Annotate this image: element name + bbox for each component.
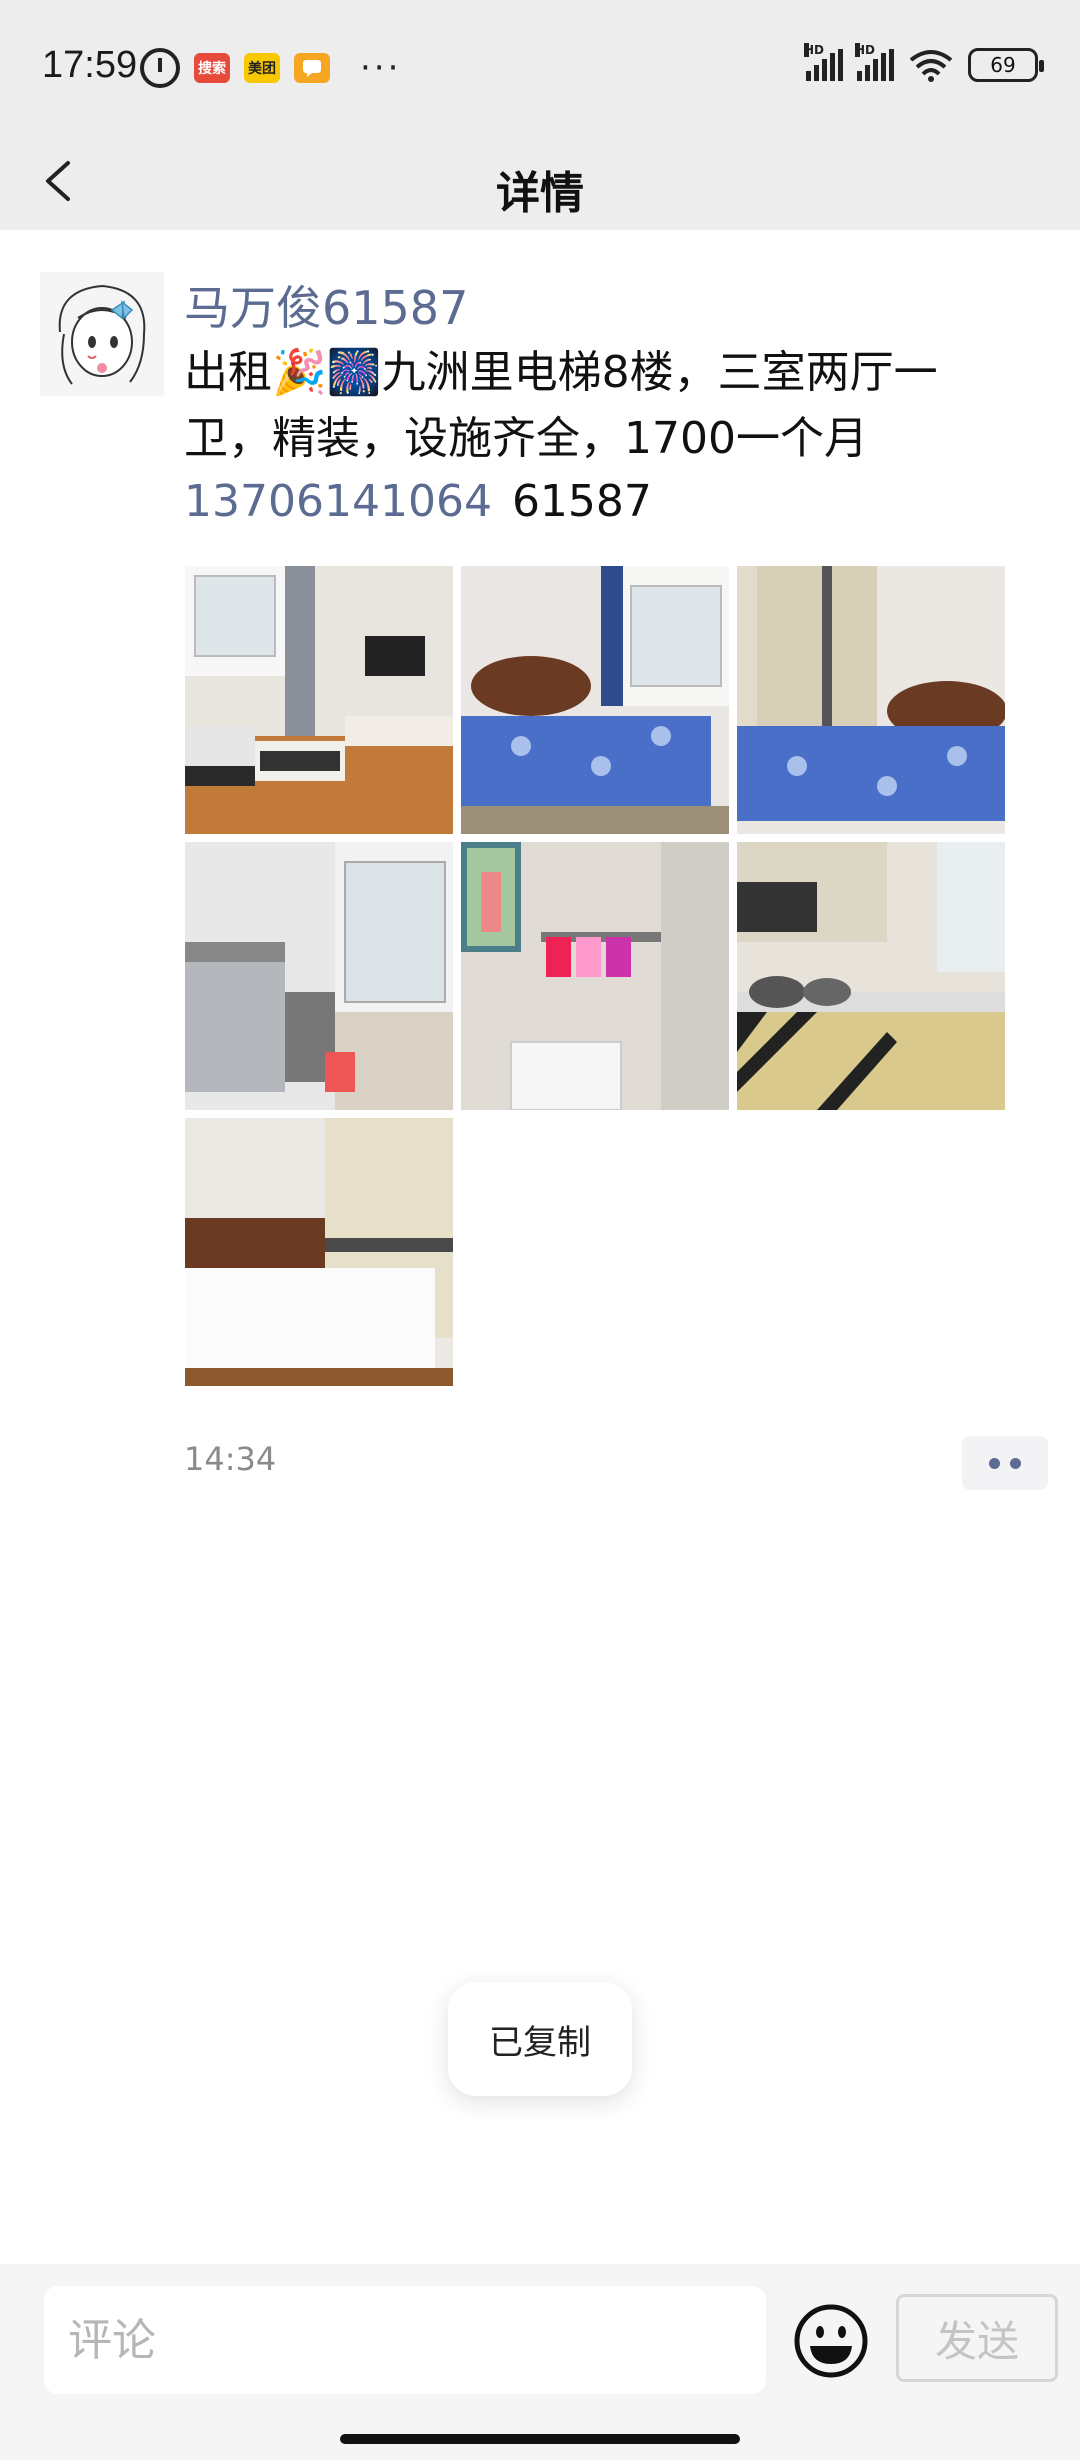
avatar[interactable] — [40, 272, 164, 396]
bathroom-photo[interactable] — [461, 842, 729, 1110]
phone-link[interactable]: 13706141064 — [184, 476, 492, 527]
comment-bar: 发送 — [0, 2264, 1080, 2460]
copied-toast: 已复制 — [448, 1982, 632, 2096]
alarm-icon — [140, 48, 180, 88]
signal-icon: HD — [804, 43, 843, 81]
post-text: 出租🎉🎆九洲里电梯8楼，三室两厅一卫，精装，设施齐全，1700一个月 — [184, 347, 938, 464]
meituan-app-icon: 美团 — [244, 53, 280, 83]
comment-input[interactable] — [44, 2286, 766, 2394]
nav-bar: 详情 — [0, 135, 1080, 230]
kitchen-photo[interactable] — [737, 842, 1005, 1110]
bedroom-white-photo[interactable] — [185, 1118, 453, 1386]
battery-icon: 69 — [968, 48, 1044, 82]
post-time: 14:34 — [184, 1440, 277, 1478]
wifi-icon — [908, 48, 954, 82]
more-actions-button[interactable] — [962, 1436, 1048, 1490]
bedroom-blue-photo[interactable] — [461, 566, 729, 834]
note-app-icon — [294, 53, 330, 83]
status-bar: 17:59 搜索 美团 ··· HD HD 69 — [0, 0, 1080, 135]
image-grid — [185, 566, 1005, 1386]
phone-suffix: 61587 — [511, 476, 652, 527]
signal-icon-2: HD — [855, 43, 894, 81]
bedroom-wardrobe-photo[interactable] — [737, 566, 1005, 834]
send-button[interactable]: 发送 — [896, 2294, 1058, 2382]
emoji-icon[interactable] — [792, 2302, 870, 2380]
status-icons-left: 搜索 美团 ··· — [140, 48, 401, 88]
status-icons-right: HD HD 69 — [804, 43, 1044, 82]
battery-level: 69 — [990, 53, 1016, 77]
living-room-photo[interactable] — [185, 566, 453, 834]
more-notifications-icon: ··· — [360, 48, 402, 88]
page-title: 详情 — [496, 168, 584, 219]
home-indicator[interactable] — [340, 2434, 740, 2444]
sousuo-app-icon: 搜索 — [194, 53, 230, 83]
laundry-photo[interactable] — [185, 842, 453, 1110]
phone-line: 13706141064 61587 — [184, 476, 652, 527]
status-time: 17:59 — [42, 44, 138, 86]
post-username[interactable]: 马万俊61587 — [184, 272, 468, 338]
